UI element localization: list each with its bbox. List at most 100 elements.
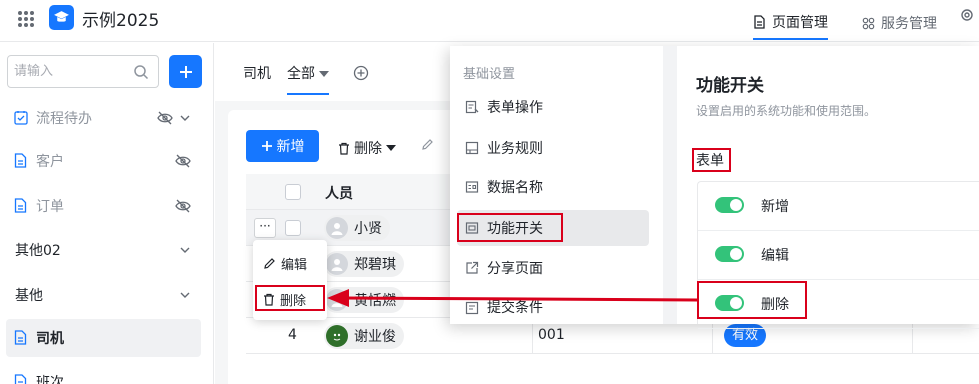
settings-item-label: 提交条件 — [487, 300, 543, 316]
delete-button[interactable]: 删除 — [338, 138, 396, 158]
delete-label: 删除 — [354, 141, 382, 157]
avatar — [326, 325, 348, 347]
new-record-button[interactable]: 新增 — [246, 130, 319, 162]
settings-panel: 功能开关 设置启用的系统功能和使用范围。 表单 新增 编辑 删除 — [677, 46, 979, 329]
sidebar-item-label: 司机 — [36, 331, 64, 347]
trash-icon — [264, 293, 274, 306]
sidebar-item-label: 订单 — [36, 199, 64, 215]
toggle-row-edit: 编辑 — [698, 231, 979, 280]
graduation-cap-icon — [49, 5, 74, 30]
sidebar-item-label: 客户 — [36, 154, 64, 170]
app-grid-icon[interactable] — [18, 11, 34, 27]
row-menu-edit-label: 编辑 — [281, 258, 308, 273]
condition-icon — [465, 301, 479, 315]
pencil-icon — [264, 258, 275, 269]
settings-nav: 基础设置 表单操作 业务规则 数据名称 功能开关 分享页面 提交条件 — [450, 46, 663, 324]
settings-item-share-page[interactable]: 分享页面 — [457, 250, 649, 286]
document-icon — [14, 330, 27, 345]
settings-item-feature-switch[interactable]: 功能开关 — [457, 210, 649, 246]
search-input[interactable] — [14, 62, 132, 81]
toggle-label: 编辑 — [761, 248, 789, 264]
select-all-checkbox[interactable] — [285, 184, 301, 200]
tab-driver[interactable]: 司机 — [243, 63, 271, 83]
avatar — [326, 217, 348, 239]
add-view-icon[interactable] — [353, 65, 369, 81]
sidebar-item-order[interactable]: 订单 — [6, 187, 201, 225]
chevron-down-icon[interactable] — [179, 243, 191, 257]
sidebar-item-workflow-todo[interactable]: 流程待办 — [6, 99, 201, 137]
settings-nav-header: 基础设置 — [463, 67, 516, 82]
eye-hidden-icon[interactable] — [157, 111, 173, 125]
settings-item-label: 分享页面 — [487, 261, 543, 277]
toggle-row-new: 新增 — [698, 182, 979, 231]
settings-item-data-name[interactable]: 数据名称 — [457, 169, 649, 205]
document-icon — [14, 153, 27, 168]
sidebar-item-label: 流程待办 — [36, 111, 92, 127]
avatar — [326, 253, 348, 275]
sidebar-item-customer[interactable]: 客户 — [6, 142, 201, 180]
chevron-down-icon[interactable] — [179, 288, 191, 302]
tab-page-management[interactable]: 页面管理 — [753, 6, 828, 40]
trash-icon — [339, 142, 349, 155]
toggle-switch-new[interactable] — [715, 197, 744, 213]
sidebar-group-other02[interactable]: 其他02 — [6, 231, 201, 269]
settings-overlay: 基础设置 表单操作 业务规则 数据名称 功能开关 分享页面 提交条件 功能开关 … — [450, 46, 979, 329]
toggle-list: 新增 编辑 删除 — [697, 181, 979, 329]
panel-title: 功能开关 — [696, 76, 764, 96]
new-label: 新增 — [276, 139, 305, 155]
section-label-form: 表单 — [696, 153, 724, 169]
settings-item-business-rules[interactable]: 业务规则 — [457, 130, 649, 166]
caret-down-icon — [386, 145, 396, 151]
search-box[interactable] — [7, 55, 159, 88]
sidebar-item-label: 其他02 — [15, 243, 61, 259]
document-icon — [14, 198, 27, 213]
top-bar: 示例2025 页面管理 服务管理 — [0, 0, 979, 42]
settings-item-label: 表单操作 — [487, 100, 543, 116]
document-icon — [754, 15, 765, 29]
row-checkbox[interactable] — [285, 220, 301, 236]
switch-icon — [465, 222, 479, 234]
panel-subtitle: 设置启用的系统功能和使用范围。 — [696, 104, 877, 118]
plus-icon — [179, 65, 192, 78]
person-name: 谢业俊 — [354, 329, 396, 345]
row-menu-edit[interactable]: 编辑 — [263, 254, 307, 273]
add-page-button[interactable] — [169, 55, 202, 88]
edit-toolbar-button[interactable] — [421, 138, 434, 151]
settings-item-submit-conditions[interactable]: 提交条件 — [457, 290, 649, 324]
tab-service-management[interactable]: 服务管理 — [862, 6, 937, 40]
data-name-icon — [465, 181, 479, 193]
person-name: 郑碧琪 — [354, 257, 396, 273]
gear-icon[interactable] — [960, 8, 974, 26]
sidebar: 流程待办 客户 订单 其他02 基他 司机 班次 — [0, 43, 214, 384]
chevron-down-icon[interactable] — [179, 111, 191, 125]
row-menu-delete[interactable]: 删除 — [263, 290, 306, 309]
plus-icon — [261, 141, 272, 151]
sidebar-item-label: 基他 — [15, 288, 43, 304]
row-action-menu: 编辑 删除 — [253, 240, 327, 320]
toggle-row-delete: 删除 — [698, 280, 979, 329]
rule-icon — [465, 141, 479, 155]
settings-item-form-actions[interactable]: 表单操作 — [457, 89, 649, 125]
caret-down-icon — [319, 71, 329, 77]
toggle-switch-edit[interactable] — [715, 246, 744, 262]
avatar — [326, 289, 348, 311]
settings-divider — [663, 46, 677, 324]
person-chip: 谢业俊 — [324, 323, 404, 349]
eye-hidden-icon[interactable] — [175, 154, 191, 168]
eye-hidden-icon[interactable] — [175, 199, 191, 213]
tab-label: 页面管理 — [772, 15, 828, 31]
sidebar-group-other[interactable]: 基他 — [6, 276, 201, 314]
settings-item-label: 功能开关 — [487, 221, 543, 237]
document-icon — [14, 374, 27, 384]
row-menu-delete-label: 删除 — [280, 294, 307, 309]
toggle-switch-delete[interactable] — [715, 295, 744, 311]
app-title: 示例2025 — [82, 11, 160, 31]
sidebar-item-shift[interactable]: 班次 — [6, 363, 201, 384]
sidebar-item-driver[interactable]: 司机 — [6, 319, 201, 357]
row-code: 001 — [538, 327, 565, 343]
tab-all[interactable]: 全部 — [287, 63, 329, 95]
tab-label: 服务管理 — [881, 16, 937, 32]
search-icon[interactable] — [133, 64, 149, 80]
person-name: 黄恬燃 — [354, 293, 396, 309]
row-more-button[interactable]: ··· — [254, 218, 276, 238]
